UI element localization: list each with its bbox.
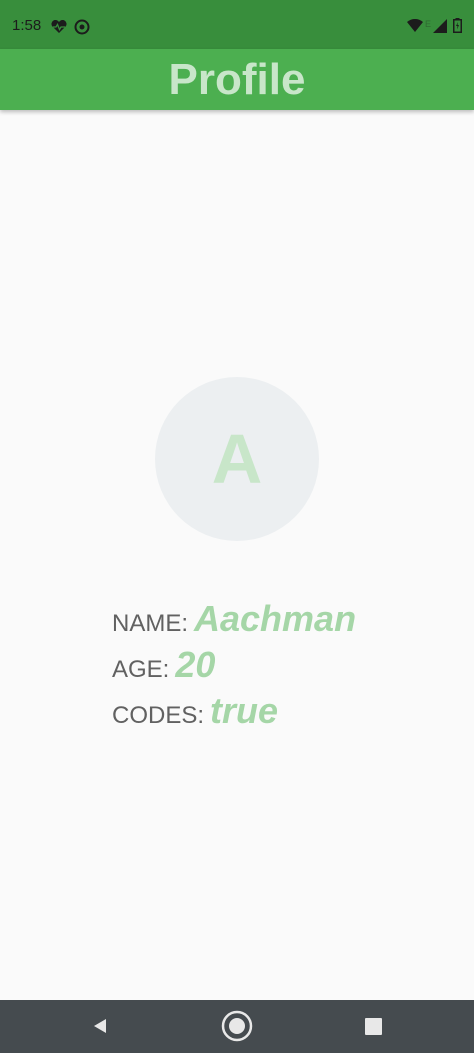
back-icon	[94, 1019, 106, 1033]
page-title: Profile	[168, 55, 306, 104]
sync-icon	[74, 19, 90, 40]
name-row: NAME: Aachman	[112, 598, 356, 644]
navigation-bar	[0, 1000, 474, 1053]
profile-info: NAME: Aachman AGE: 20 CODES: true	[112, 598, 356, 736]
home-icon	[221, 1010, 253, 1042]
status-bar: 1:58 E	[0, 0, 474, 49]
battery-icon	[453, 18, 462, 38]
status-right-icons: E	[406, 18, 462, 38]
avatar-letter: A	[211, 420, 263, 498]
app-bar: Profile	[0, 49, 474, 110]
age-value: 20	[175, 644, 216, 685]
heart-pulse-icon	[50, 19, 68, 39]
network-type-label: E	[424, 19, 431, 29]
status-time: 1:58	[12, 17, 42, 34]
avatar: A	[155, 377, 319, 541]
name-value: Aachman	[194, 598, 357, 639]
wifi-icon	[406, 18, 423, 38]
recents-icon	[364, 1017, 382, 1035]
name-label: NAME:	[112, 610, 189, 637]
codes-row: CODES: true	[112, 690, 356, 736]
home-button[interactable]	[221, 1010, 253, 1042]
codes-value: true	[210, 690, 279, 731]
age-label: AGE:	[112, 656, 170, 683]
recents-button[interactable]	[357, 1010, 389, 1042]
signal-icon	[433, 18, 447, 38]
status-left-icons	[50, 19, 90, 40]
back-button[interactable]	[84, 1010, 116, 1042]
age-row: AGE: 20	[112, 644, 356, 690]
codes-label: CODES:	[112, 702, 205, 729]
